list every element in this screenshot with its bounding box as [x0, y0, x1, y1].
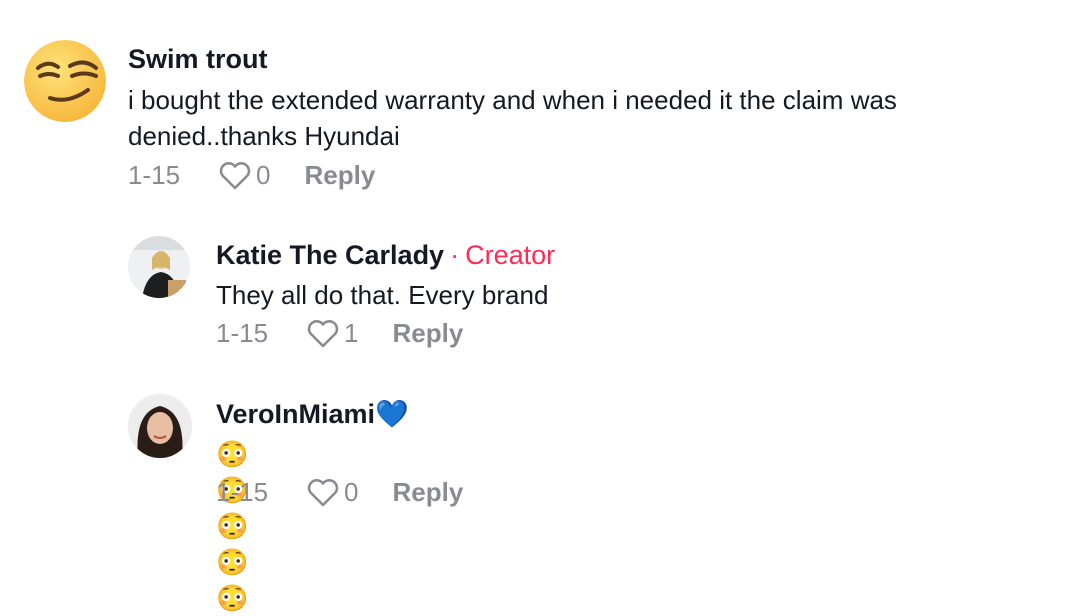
profile-photo-icon [128, 394, 192, 458]
comment-text: i bought the extended warranty and when … [128, 85, 897, 151]
username[interactable]: Katie The Carlady · Creator [216, 240, 555, 271]
like-count: 0 [344, 477, 359, 507]
username-text: Katie The Carlady [216, 240, 445, 270]
emoji-text: 😳😳😳😳😳 [216, 439, 249, 613]
heart-icon [307, 319, 339, 347]
reply-button[interactable]: Reply [393, 318, 464, 349]
comment-meta: 1-15 1 Reply [216, 318, 463, 349]
avatar[interactable] [24, 40, 106, 122]
username[interactable]: VeroInMiami💙 [216, 398, 409, 430]
like-count: 1 [344, 318, 359, 348]
heart-icon [307, 478, 339, 506]
separator-dot: · [450, 240, 460, 270]
creator-badge: Creator [465, 240, 556, 270]
comment-meta: 1-15 0 Reply [216, 477, 463, 508]
avatar[interactable] [128, 236, 190, 298]
smirk-emoji-icon [24, 40, 106, 122]
reply-button[interactable]: Reply [305, 160, 376, 191]
like-button[interactable]: 0 [306, 477, 359, 508]
comment-text: 😳😳😳😳😳 [216, 436, 248, 616]
reply-button[interactable]: Reply [393, 477, 464, 508]
username-text: Swim trout [128, 44, 268, 74]
username-text: VeroInMiami💙 [216, 399, 409, 429]
username[interactable]: Swim trout [128, 44, 268, 75]
avatar[interactable] [128, 394, 192, 458]
like-count: 0 [256, 160, 271, 190]
comment-date: 1-15 [128, 160, 181, 190]
heart-icon [219, 161, 251, 189]
comment-date: 1-15 [216, 477, 269, 507]
comment-date: 1-15 [216, 318, 269, 348]
comment-meta: 1-15 0 Reply [128, 160, 375, 191]
like-button[interactable]: 0 [218, 160, 271, 191]
comment-text: They all do that. Every brand [216, 280, 549, 310]
profile-photo-icon [128, 236, 190, 298]
like-button[interactable]: 1 [306, 318, 359, 349]
